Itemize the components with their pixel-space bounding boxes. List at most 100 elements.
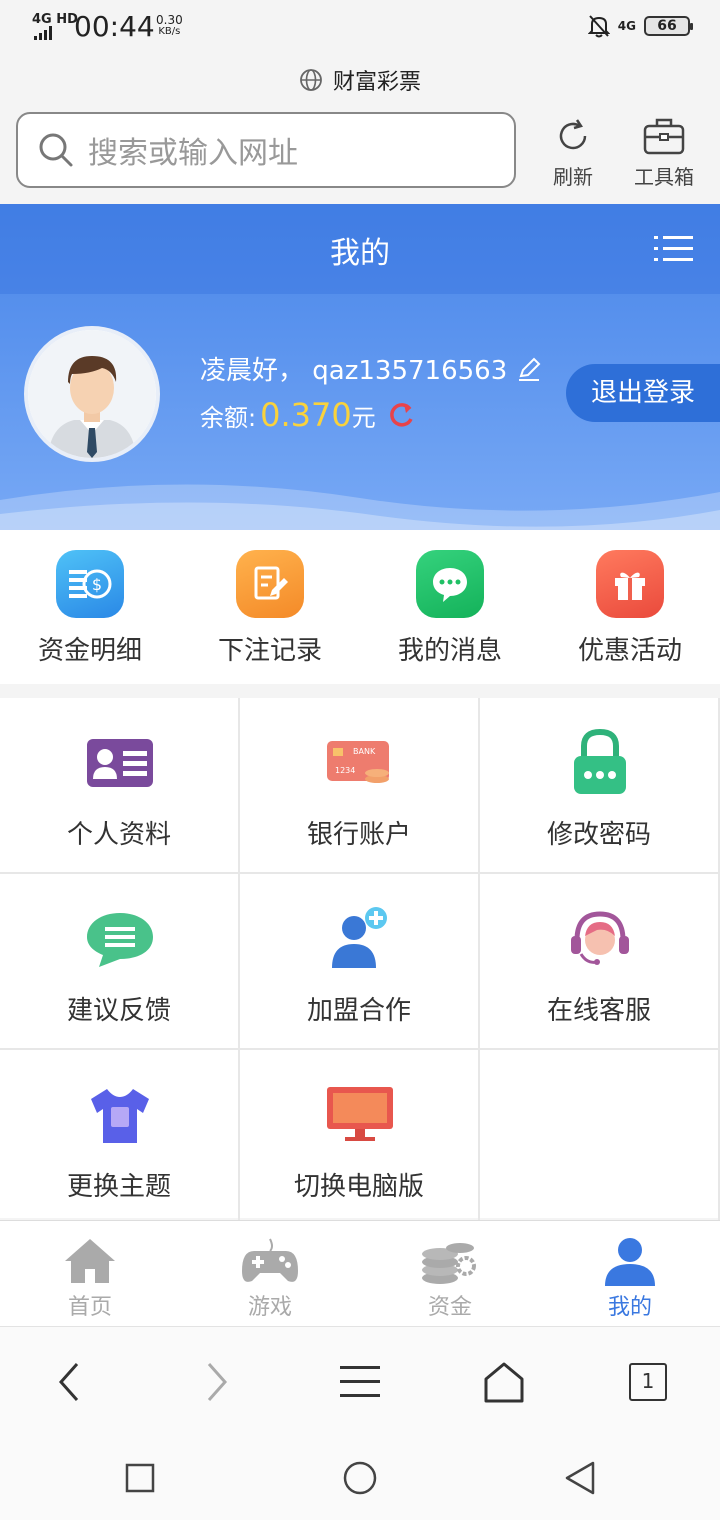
mute-bell-icon xyxy=(587,15,610,38)
speed-unit: KB/s xyxy=(158,26,181,37)
svg-text:1234: 1234 xyxy=(335,766,355,775)
balance-label: 余额: xyxy=(200,403,257,432)
browser-nav-bar: 1 xyxy=(0,1326,720,1436)
quick-item-messages[interactable]: 我的消息 xyxy=(360,530,540,684)
search-icon xyxy=(39,133,73,167)
site-title-bar: 财富彩票 xyxy=(0,60,720,100)
bank-card-icon: BANK 1234 xyxy=(320,728,400,798)
refresh-icon xyxy=(559,119,587,150)
wave-decoration xyxy=(0,484,720,530)
edit-pencil-icon[interactable] xyxy=(516,356,542,382)
quick-label: 资金明细 xyxy=(37,636,142,666)
gift-icon xyxy=(596,550,664,618)
tab-home[interactable]: 首页 xyxy=(0,1221,180,1326)
grid-item-theme[interactable]: 更换主题 xyxy=(0,1050,240,1226)
grid-label: 在线客服 xyxy=(546,996,651,1026)
grid-item-partner[interactable]: 加盟合作 xyxy=(240,874,480,1050)
speed-value: 0.30 xyxy=(156,13,183,27)
quick-item-bets[interactable]: 下注记录 xyxy=(180,530,360,684)
network-4g: 4G xyxy=(617,19,636,33)
grid-label: 修改密码 xyxy=(546,820,651,850)
monitor-icon xyxy=(320,1080,400,1150)
toolbox-button[interactable]: 工具箱 xyxy=(628,116,700,190)
greeting-line: 凌晨好， qaz135716563 xyxy=(200,350,542,387)
feedback-bubble-icon xyxy=(80,904,160,974)
quick-item-funds[interactable]: $ 资金明细 xyxy=(0,530,180,684)
refresh-balance-icon[interactable] xyxy=(386,400,416,430)
site-title: 财富彩票 xyxy=(332,70,421,95)
tab-count: 1 xyxy=(629,1363,667,1401)
globe-icon xyxy=(300,69,322,91)
user-icon xyxy=(540,1233,720,1289)
triangle-back-icon xyxy=(565,1461,595,1495)
home-icon xyxy=(0,1233,180,1289)
user-avatar-icon xyxy=(28,330,156,458)
profile-header: 我的 凌晨好， qaz135716563 余额: 0.370 元 退出登录 xyxy=(0,204,720,530)
grid-label: 个人资料 xyxy=(66,820,171,850)
tabs-button[interactable]: 1 xyxy=(618,1357,678,1407)
refresh-label: 刷新 xyxy=(553,165,593,189)
balance-line: 余额: 0.370 元 xyxy=(200,396,416,434)
svg-text:$: $ xyxy=(92,575,102,594)
network-speed: 0.30 KB/s xyxy=(156,14,183,38)
add-user-icon xyxy=(320,904,400,974)
money-icon: $ xyxy=(56,550,124,618)
tab-funds[interactable]: 资金 xyxy=(360,1221,540,1326)
grid-label: 切换电脑版 xyxy=(293,1172,424,1202)
refresh-button[interactable]: 刷新 xyxy=(546,116,600,190)
tab-mine[interactable]: 我的 xyxy=(540,1221,720,1326)
gamepad-icon xyxy=(180,1233,360,1289)
grid-label: 银行账户 xyxy=(306,820,411,850)
quick-actions: $ 资金明细 下注记录 我的消息 优惠活动 xyxy=(0,530,720,684)
search-placeholder: 搜索或输入网址 xyxy=(88,136,298,171)
tab-games[interactable]: 游戏 xyxy=(180,1221,360,1326)
back-button[interactable] xyxy=(40,1357,100,1407)
quick-item-promos[interactable]: 优惠活动 xyxy=(540,530,720,684)
grid-item-empty xyxy=(480,1050,720,1226)
home-system-button[interactable] xyxy=(335,1456,385,1500)
grid-item-desktop[interactable]: 切换电脑版 xyxy=(240,1050,480,1226)
grid-label: 加盟合作 xyxy=(306,996,411,1026)
browser-menu-button[interactable] xyxy=(330,1357,390,1407)
page-title: 我的 xyxy=(330,236,390,271)
quick-label: 我的消息 xyxy=(397,636,502,666)
grid-item-support[interactable]: 在线客服 xyxy=(480,874,720,1050)
tab-label: 我的 xyxy=(607,1295,652,1320)
back-system-button[interactable] xyxy=(555,1456,605,1500)
avatar[interactable] xyxy=(24,326,160,462)
balance-amount: 0.370 xyxy=(260,396,352,434)
chevron-left-icon xyxy=(58,1363,79,1401)
square-icon xyxy=(125,1463,155,1493)
menu-list-icon[interactable] xyxy=(654,234,694,264)
hamburger-icon xyxy=(340,1366,380,1397)
headset-icon xyxy=(560,904,640,974)
balance-unit: 元 xyxy=(351,403,376,432)
chat-icon xyxy=(416,550,484,618)
circle-icon xyxy=(343,1461,377,1495)
search-input[interactable]: 搜索或输入网址 xyxy=(16,112,516,188)
grid-item-bank[interactable]: BANK 1234 银行账户 xyxy=(240,698,480,874)
grid-item-feedback[interactable]: 建议反馈 xyxy=(0,874,240,1050)
grid-item-password[interactable]: 修改密码 xyxy=(480,698,720,874)
lock-icon xyxy=(560,728,640,798)
coins-icon xyxy=(360,1233,540,1289)
system-nav-bar xyxy=(0,1436,720,1520)
toolbox-label: 工具箱 xyxy=(634,165,694,189)
greeting: 凌晨好， xyxy=(200,356,305,386)
quick-label: 下注记录 xyxy=(217,636,322,666)
recents-button[interactable] xyxy=(115,1456,165,1500)
grid-item-profile[interactable]: 个人资料 xyxy=(0,698,240,874)
battery-icon: 66 xyxy=(644,16,693,36)
browser-home-button[interactable] xyxy=(474,1357,534,1407)
grid-label: 建议反馈 xyxy=(66,996,171,1026)
network-type: 4G HD xyxy=(32,12,78,27)
forward-button[interactable] xyxy=(186,1357,246,1407)
status-bar: 4G HD 00:44 0.30 KB/s 4G 66 xyxy=(0,0,720,56)
note-edit-icon xyxy=(236,550,304,618)
logout-button[interactable]: 退出登录 xyxy=(566,364,720,422)
chevron-right-icon xyxy=(207,1363,228,1401)
tshirt-icon xyxy=(80,1080,160,1150)
tab-label: 资金 xyxy=(427,1295,472,1320)
grid-label: 更换主题 xyxy=(66,1172,171,1202)
username: qaz135716563 xyxy=(312,356,508,386)
